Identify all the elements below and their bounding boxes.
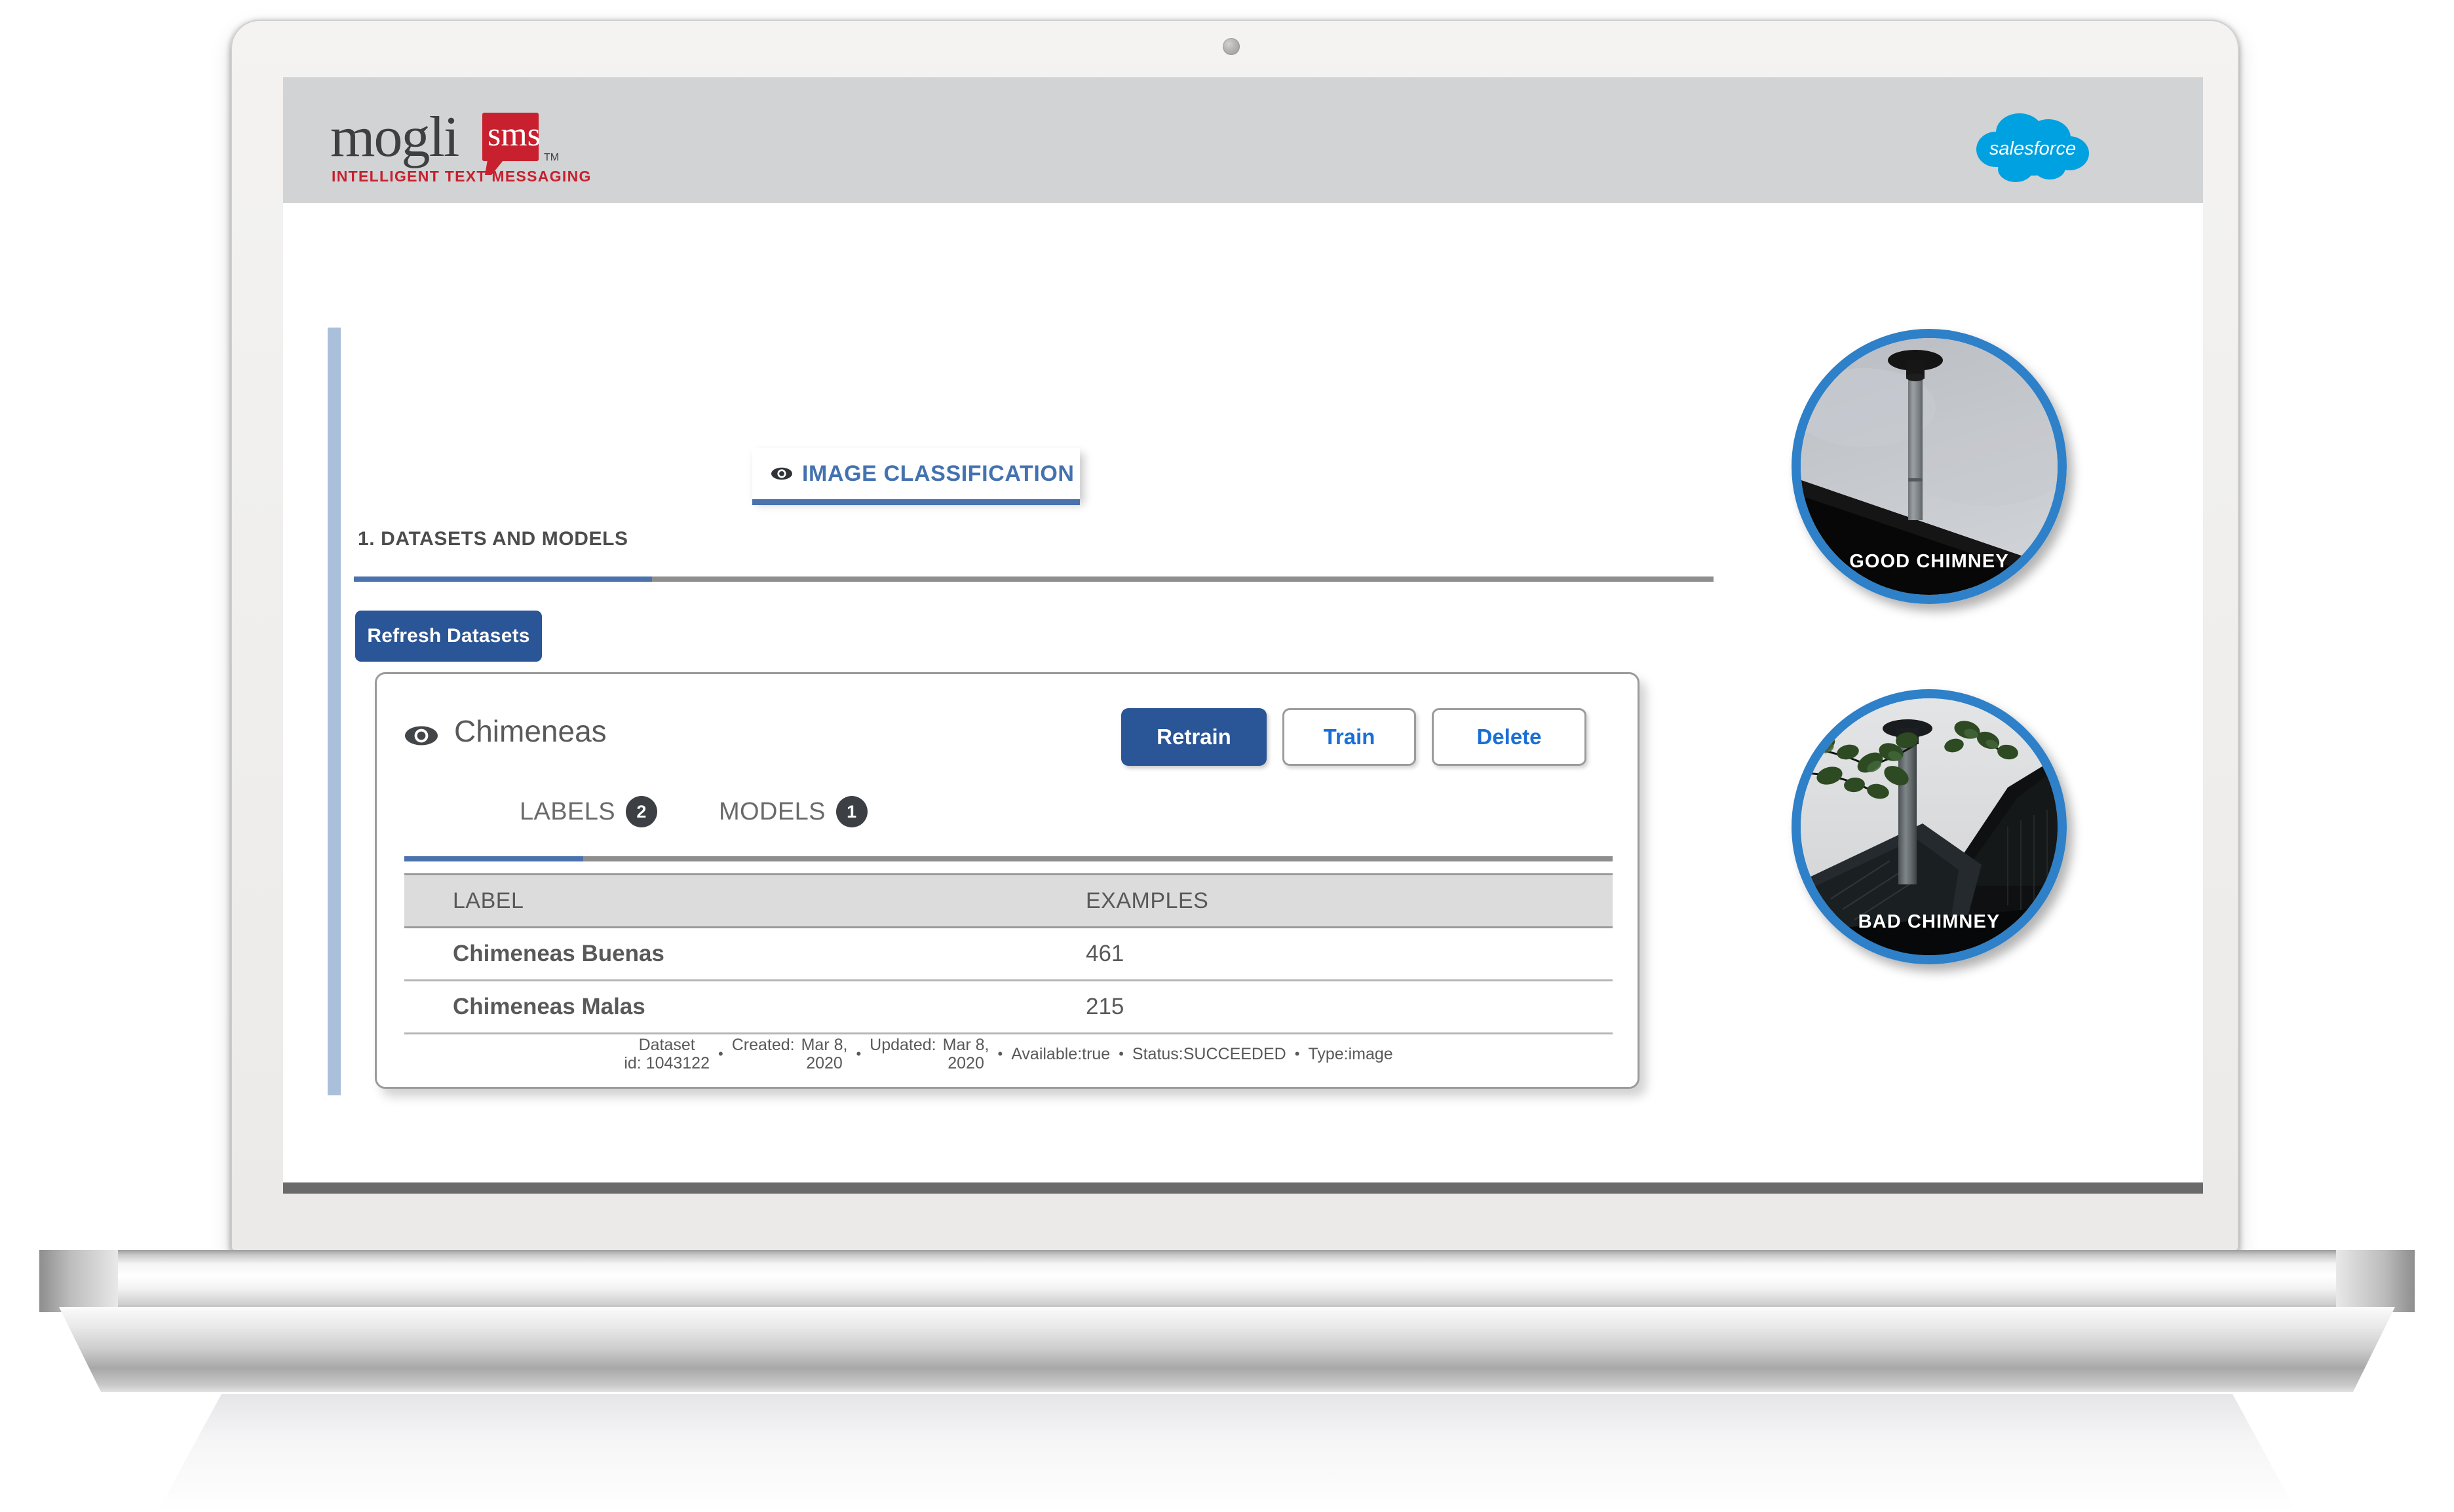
column-header-examples: EXAMPLES <box>1086 888 1209 913</box>
meta-bullet: • <box>856 1046 862 1062</box>
tab-image-classification[interactable]: IMAGE CLASSIFICATION <box>752 448 1080 505</box>
card-tabs-divider <box>404 856 1613 861</box>
tab-labels-count: 2 <box>626 796 658 827</box>
type-meta: Type:image <box>1308 1044 1393 1063</box>
tab-active-underline <box>752 499 1080 505</box>
table-row[interactable]: Chimeneas Malas 215 <box>404 981 1613 1034</box>
photo-bad-chimney: BAD CHIMNEY <box>1792 689 2067 964</box>
mogli-sms-logo: mogli sms TM INTELLIGENT TEXT MESSAGING <box>330 105 605 185</box>
laptop-mockup: mogli sms TM INTELLIGENT TEXT MESSAGING <box>0 0 2454 1512</box>
photo-caption: GOOD CHIMNEY <box>1849 551 2009 572</box>
salesforce-cloud-logo: salesforce <box>1972 109 2093 185</box>
refresh-datasets-button[interactable]: Refresh Datasets <box>355 611 542 662</box>
meta-bullet: • <box>1294 1046 1300 1062</box>
dataset-card-header: Chimeneas Retrain Train Delete <box>404 708 1613 767</box>
dataset-id-line1: Dataset <box>638 1036 695 1054</box>
created-value-line2: 2020 <box>806 1054 843 1072</box>
updated-label: Updated: <box>870 1036 936 1054</box>
updated-value-line1: Mar 8, <box>942 1036 989 1054</box>
tab-models-count: 1 <box>835 796 868 827</box>
eye-icon <box>404 719 438 753</box>
train-button[interactable]: Train <box>1282 708 1416 766</box>
laptop-hinge-right-cap <box>2336 1250 2415 1312</box>
cell-label: Chimeneas Buenas <box>453 941 664 966</box>
updated-value: Mar 8, 2020 <box>943 1036 989 1072</box>
tab-models-label: MODELS <box>719 797 826 825</box>
dataset-card: Chimeneas Retrain Train Delete LABELS 2 … <box>375 672 1639 1089</box>
cell-examples: 215 <box>1086 994 1124 1019</box>
photo-caption: BAD CHIMNEY <box>1858 911 2001 932</box>
status-badge: Status:SUCCEEDED <box>1132 1044 1286 1063</box>
table-row[interactable]: Chimeneas Buenas 461 <box>404 928 1613 981</box>
meta-bullet: • <box>1119 1046 1124 1062</box>
dataset-name: Chimeneas <box>454 714 607 748</box>
tab-labels[interactable]: LABELS 2 <box>520 796 658 827</box>
updated-value-line2: 2020 <box>948 1054 984 1072</box>
column-header-label: LABEL <box>453 888 524 913</box>
created-label: Created: <box>731 1036 795 1054</box>
laptop-hinge <box>39 1250 2415 1312</box>
webcam-icon <box>1223 38 1240 55</box>
trademark-mark: TM <box>544 152 560 163</box>
tab-label: IMAGE CLASSIFICATION <box>802 461 1075 486</box>
created-meta: Created: Mar 8, 2020 <box>732 1036 848 1072</box>
laptop-base <box>59 1307 2395 1392</box>
tab-models[interactable]: MODELS 1 <box>719 796 868 827</box>
created-value-line1: Mar 8, <box>801 1036 848 1054</box>
screen: mogli sms TM INTELLIGENT TEXT MESSAGING <box>283 77 2203 1184</box>
delete-button[interactable]: Delete <box>1432 708 1586 766</box>
app-header: mogli sms TM INTELLIGENT TEXT MESSAGING <box>283 77 2203 203</box>
eye-icon <box>771 463 793 485</box>
photo-good-chimney: GOOD CHIMNEY <box>1792 329 2067 604</box>
cell-examples: 461 <box>1086 941 1124 966</box>
brand-wordmark: mogli <box>330 105 459 169</box>
brand-tagline: INTELLIGENT TEXT MESSAGING <box>332 168 592 185</box>
tab-labels-label: LABELS <box>520 797 616 825</box>
laptop-reflection <box>157 1394 2297 1512</box>
dataset-id-line2: id: 1043122 <box>624 1054 710 1072</box>
salesforce-wordmark: salesforce <box>1989 138 2076 159</box>
updated-meta: Updated: Mar 8, 2020 <box>870 1036 989 1072</box>
meta-bullet: • <box>997 1046 1003 1062</box>
table-header-row: LABEL EXAMPLES <box>404 873 1613 928</box>
created-value: Mar 8, 2020 <box>801 1036 848 1072</box>
section-divider-accent <box>354 576 652 582</box>
dataset-id: Dataset id: 1043122 <box>624 1036 710 1072</box>
card-tabs-active-underline <box>404 856 583 861</box>
dataset-card-tabs: LABELS 2 MODELS 1 <box>404 796 1613 851</box>
labels-table: LABEL EXAMPLES Chimeneas Buenas 461 Chim… <box>404 873 1613 1034</box>
laptop-hinge-left-cap <box>39 1250 118 1312</box>
cell-label: Chimeneas Malas <box>453 994 645 1019</box>
dataset-metadata: Dataset id: 1043122 • Created: Mar 8, 20… <box>404 1036 1613 1072</box>
sms-badge-label: sms <box>488 116 541 153</box>
available-status: Available:true <box>1011 1044 1111 1063</box>
meta-bullet: • <box>718 1046 723 1062</box>
screen-bottom-edge <box>283 1182 2203 1194</box>
main-content: IMAGE CLASSIFICATION 1. DATASETS AND MOD… <box>283 203 2203 1184</box>
left-accent-bar <box>328 328 341 1095</box>
page-title: 1. DATASETS AND MODELS <box>358 528 628 550</box>
retrain-button[interactable]: Retrain <box>1121 708 1267 766</box>
